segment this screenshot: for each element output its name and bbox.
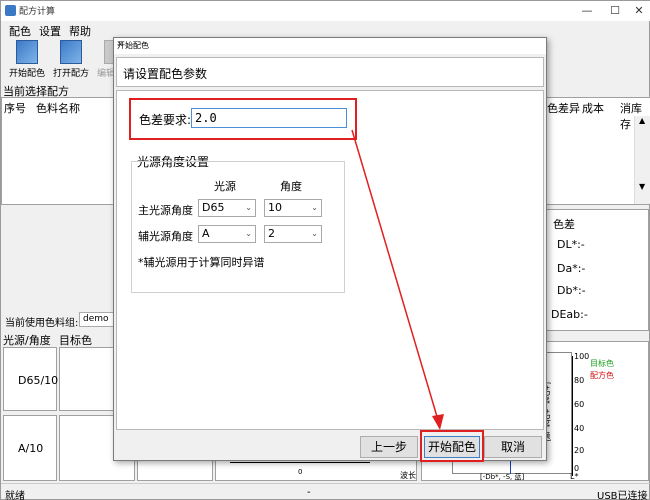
open-recipe-button[interactable]: 打开配方 — [49, 39, 93, 83]
col-cost: 成本 — [582, 102, 604, 115]
status-left: 就绪 — [5, 491, 25, 500]
legend-target: 目标色 — [590, 359, 614, 368]
dialog-header-text: 请设置配色参数 — [123, 67, 208, 81]
chevron-down-icon: ⌄ — [245, 229, 252, 238]
chevron-down-icon: ⌄ — [245, 203, 252, 212]
dialog-close-icon[interactable]: ✕ — [117, 40, 542, 49]
diff-label: 色差要求: — [139, 113, 192, 127]
aux-light-select[interactable]: A ⌄ — [198, 225, 256, 243]
status-right: USB已连接 — [597, 491, 648, 500]
menu-item-recipe[interactable]: 配色 — [9, 23, 31, 39]
row-a: A/10 — [3, 415, 57, 481]
dialog-title-bar: 开始配色 ✕ — [114, 38, 546, 54]
row-d65: D65/10 — [3, 347, 59, 411]
app-icon — [5, 5, 16, 16]
menu-item-help[interactable]: 帮助 — [69, 23, 91, 39]
target-color-header: 目标色 — [59, 334, 92, 347]
main-angle-select[interactable]: 10 ⌄ — [264, 199, 322, 217]
start-button[interactable]: 开始配色 — [424, 436, 480, 458]
row-a-label: A/10 — [18, 442, 44, 455]
app-window: 配方计算 — ☐ ✕ 配色 设置 帮助 开始配色 打开配方 编辑配方 当前选择配… — [0, 0, 650, 500]
main-light-select[interactable]: D65 ⌄ — [198, 199, 256, 217]
color-diff-panel: 色差 DL*:- Da*:- Db*:- DEab:- — [546, 209, 649, 331]
deab-value: DEab:- — [551, 308, 588, 321]
maximize-button[interactable]: ☐ — [607, 3, 623, 19]
lstar-tick-20: 20 — [574, 446, 585, 455]
light-angle-header: 光源/角度 — [3, 334, 51, 347]
lstar-label: L* — [570, 472, 579, 481]
spectrum-axis — [230, 462, 370, 463]
close-button[interactable]: ✕ — [631, 3, 647, 19]
image-icon — [60, 40, 82, 64]
dl-value: DL*:- — [557, 238, 585, 251]
chevron-down-icon: ⌄ — [311, 203, 318, 212]
color-group-label: 当前使用色料组: — [5, 318, 79, 329]
spectrum-xlabel: 波长 — [400, 471, 416, 480]
chevron-down-icon: ⌄ — [311, 229, 318, 238]
ab-bottom-label: [-Db*, -S, 蓝] — [480, 473, 525, 481]
menu-item-settings[interactable]: 设置 — [39, 23, 61, 39]
minimize-button[interactable]: — — [579, 3, 595, 19]
start-match-button[interactable]: 开始配色 — [5, 39, 49, 83]
lstar-tick-80: 80 — [574, 376, 585, 385]
lstar-top: 100 — [574, 352, 590, 361]
scroll-down-icon[interactable]: ▼ — [639, 182, 645, 191]
aux-note: *辅光源用于计算同时异谱 — [138, 256, 265, 269]
prev-button[interactable]: 上一步 — [360, 436, 418, 458]
col-name: 色料名称 — [36, 102, 80, 115]
title-bar: 配方计算 — ☐ ✕ — [1, 1, 650, 21]
diff-input[interactable]: 2.0 — [191, 108, 347, 128]
legend-recipe: 配方色 — [590, 371, 614, 380]
light-angle-group: 光源 角度 主光源角度 D65 ⌄ 10 ⌄ 辅光源角度 A ⌄ 2 ⌄ *辅光… — [131, 161, 345, 293]
start-match-dialog: 开始配色 ✕ 请设置配色参数 色差要求: 2.0 光源角度设置 光源 角度 主光… — [113, 37, 547, 462]
vertical-scrollbar[interactable]: ▲ ▼ — [634, 116, 650, 204]
status-bar: 就绪 - USB已连接 — [1, 483, 650, 500]
dialog-body: 色差要求: 2.0 光源角度设置 光源 角度 主光源角度 D65 ⌄ 10 ⌄ … — [116, 90, 544, 430]
col-light-label: 光源 — [214, 180, 236, 193]
spectrum-zero: 0 — [298, 468, 303, 476]
lstar-axis — [572, 356, 573, 476]
col-angle-label: 角度 — [280, 180, 302, 193]
color-diff-title: 色差 — [553, 218, 575, 231]
dialog-header: 请设置配色参数 — [116, 57, 544, 87]
da-value: Da*:- — [557, 262, 586, 275]
aux-angle-select[interactable]: 2 ⌄ — [264, 225, 322, 243]
status-mid: - — [307, 487, 311, 498]
color-group-field[interactable]: demo — [79, 312, 115, 327]
aux-light-label: 辅光源角度 — [138, 230, 193, 243]
lstar-tick-60: 60 — [574, 400, 585, 409]
row-d65-label: D65/10 — [18, 374, 59, 387]
cancel-button[interactable]: 取消 — [484, 436, 542, 458]
db-value: Db*:- — [557, 284, 586, 297]
scroll-up-icon[interactable]: ▲ — [639, 116, 645, 125]
col-seq: 序号 — [4, 102, 26, 115]
lstar-tick-40: 40 — [574, 424, 585, 433]
image-icon — [16, 40, 38, 64]
main-light-label: 主光源角度 — [138, 204, 193, 217]
window-title: 配方计算 — [19, 7, 56, 17]
col-diff: 色差异 — [547, 102, 580, 115]
